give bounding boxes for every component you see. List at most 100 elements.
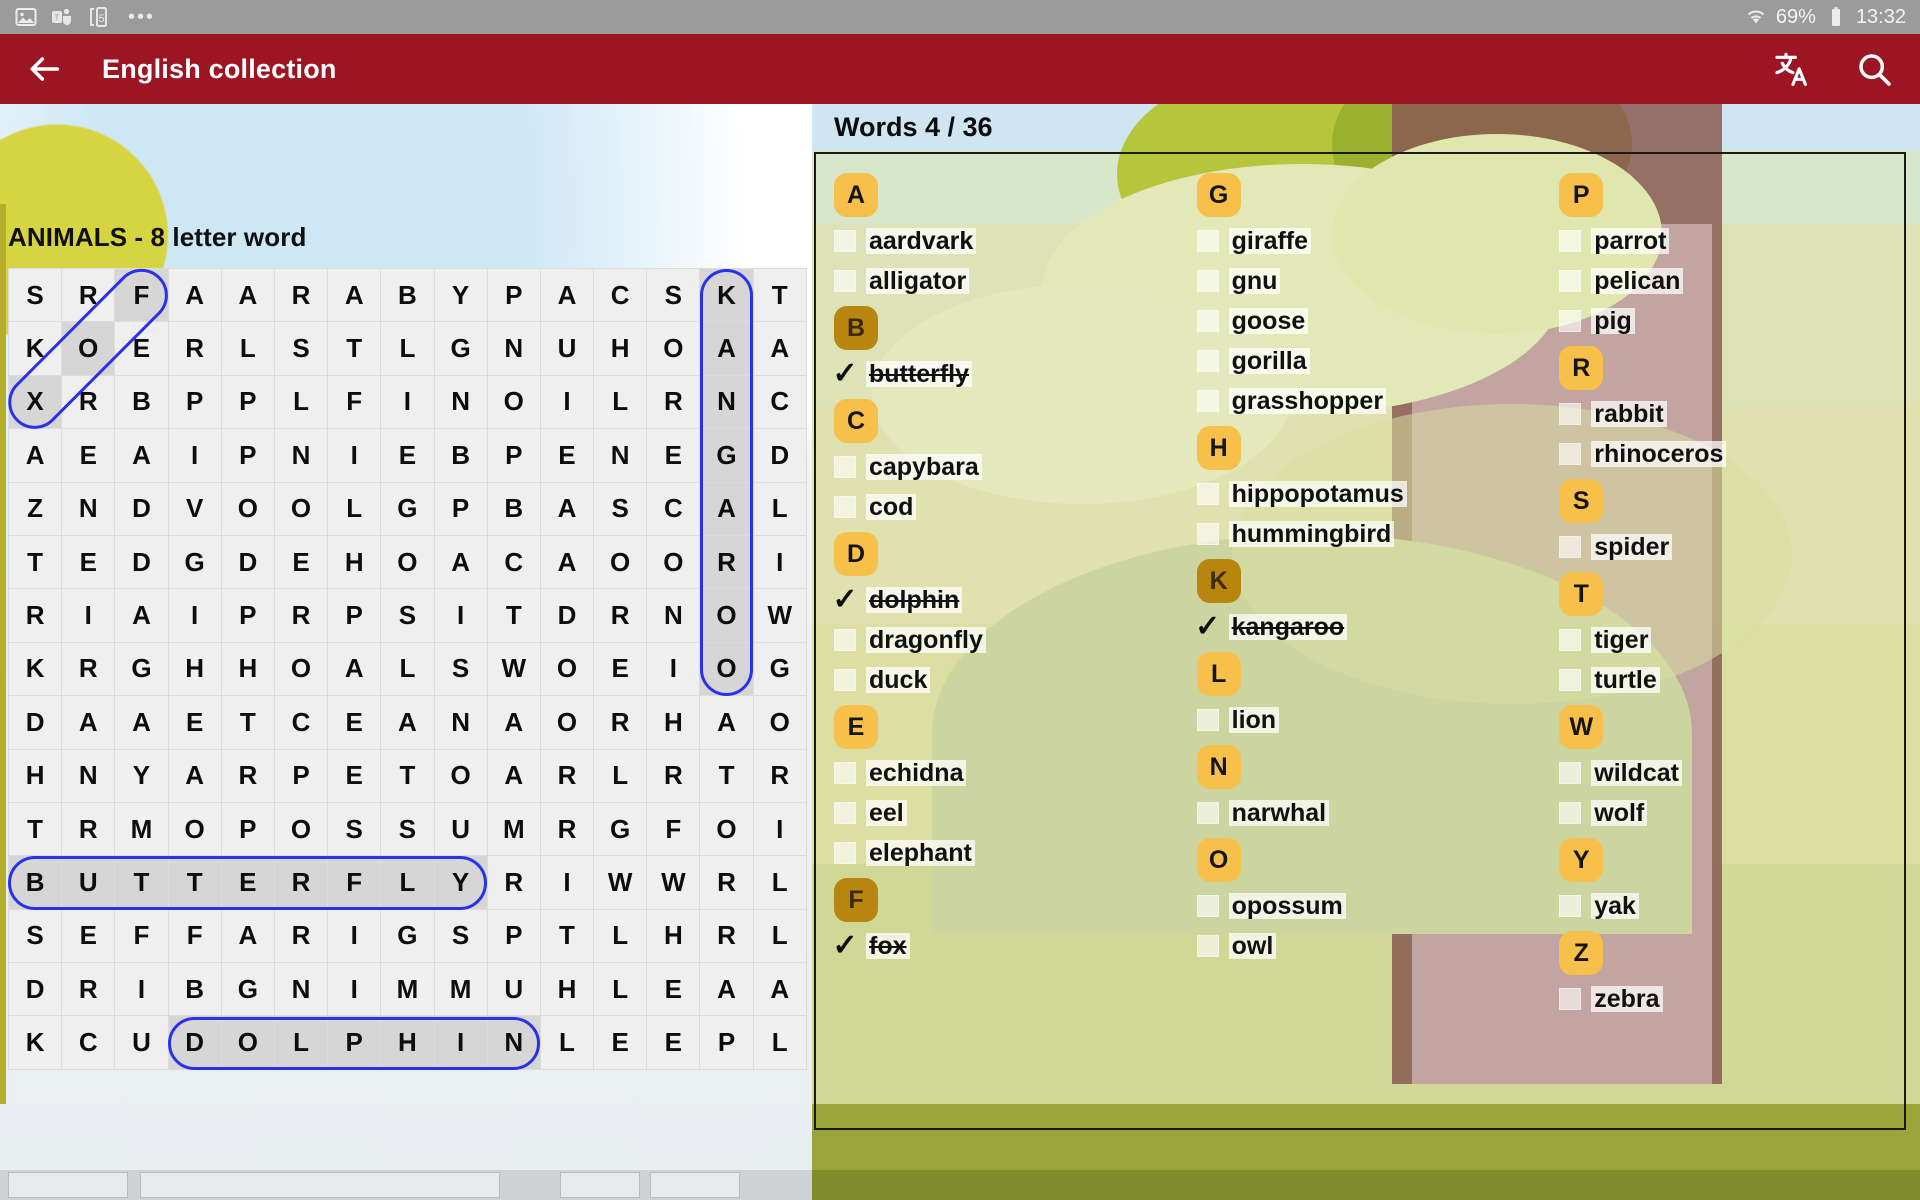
grid-cell[interactable]: R <box>539 748 595 803</box>
grid-cell[interactable]: L <box>593 748 648 803</box>
grid-cell[interactable]: P <box>273 748 329 803</box>
grid-cell[interactable]: H <box>167 641 222 697</box>
word-list-item[interactable]: rabbit <box>1559 394 1904 434</box>
grid-cell[interactable]: W <box>486 641 541 697</box>
grid-cell[interactable]: M <box>380 962 435 1017</box>
grid-cell[interactable]: G <box>380 908 435 964</box>
word-list-item[interactable]: ✓ dolphin <box>832 580 1179 620</box>
grid-cell[interactable]: U <box>61 855 116 910</box>
grid-cell[interactable]: E <box>593 1015 648 1070</box>
bottom-button-4[interactable] <box>650 1172 740 1198</box>
word-list-item[interactable]: parrot <box>1559 221 1904 261</box>
grid-cell[interactable]: E <box>61 908 116 964</box>
word-list-item[interactable]: elephant <box>834 833 1179 873</box>
grid-cell[interactable]: I <box>167 428 222 483</box>
grid-cell[interactable]: Y <box>114 748 169 803</box>
translate-icon[interactable] <box>1772 49 1812 89</box>
grid-cell[interactable]: Z <box>7 481 63 536</box>
grid-cell[interactable]: S <box>7 267 63 323</box>
grid-cell[interactable]: U <box>486 962 541 1017</box>
grid-cell[interactable]: R <box>273 908 329 964</box>
grid-cell[interactable]: R <box>699 534 754 590</box>
grid-cell[interactable]: I <box>539 374 595 430</box>
word-list-item[interactable]: pelican <box>1559 261 1904 301</box>
word-list-item[interactable]: tiger <box>1559 620 1904 660</box>
grid-cell[interactable]: I <box>327 908 382 964</box>
grid-cell[interactable]: I <box>752 534 807 590</box>
grid-cell[interactable]: R <box>539 801 595 857</box>
grid-cell[interactable]: N <box>646 588 701 643</box>
back-arrow-icon[interactable] <box>24 49 64 89</box>
grid-cell[interactable]: G <box>220 962 275 1017</box>
grid-cell[interactable]: T <box>380 748 435 803</box>
word-list-item[interactable]: ✓ kangaroo <box>1195 607 1542 647</box>
grid-cell[interactable]: T <box>486 588 541 643</box>
grid-cell[interactable]: A <box>114 695 169 750</box>
grid-cell[interactable]: C <box>486 534 541 590</box>
grid-cell[interactable]: E <box>539 428 595 483</box>
grid-cell[interactable]: R <box>220 748 275 803</box>
grid-cell[interactable]: G <box>114 641 169 697</box>
grid-cell[interactable]: X <box>7 374 63 430</box>
grid-cell[interactable]: P <box>486 267 541 323</box>
grid-cell[interactable]: L <box>380 641 435 697</box>
bottom-button-2[interactable] <box>140 1172 500 1198</box>
grid-cell[interactable]: K <box>7 1015 63 1070</box>
grid-cell[interactable]: R <box>486 855 541 910</box>
grid-cell[interactable]: W <box>752 588 807 643</box>
grid-cell[interactable]: S <box>327 801 382 857</box>
grid-cell[interactable]: D <box>114 534 169 590</box>
word-list-item[interactable]: gnu <box>1196 261 1542 301</box>
grid-cell[interactable]: E <box>61 428 116 483</box>
grid-cell[interactable]: T <box>539 908 595 964</box>
grid-cell[interactable]: L <box>273 1015 329 1070</box>
grid-cell[interactable]: R <box>752 748 807 803</box>
grid-cell[interactable]: A <box>327 641 382 697</box>
grid-cell[interactable]: P <box>433 481 488 536</box>
grid-cell[interactable]: R <box>273 267 329 323</box>
grid-cell[interactable]: R <box>273 588 329 643</box>
grid-cell[interactable]: B <box>380 267 435 323</box>
grid-cell[interactable]: A <box>7 428 63 483</box>
grid-cell[interactable]: O <box>167 801 222 857</box>
word-list-item[interactable]: opossum <box>1196 886 1542 926</box>
word-list-item[interactable]: goose <box>1196 301 1542 341</box>
grid-cell[interactable]: O <box>273 641 329 697</box>
grid-cell[interactable]: D <box>7 962 63 1017</box>
grid-cell[interactable]: R <box>167 321 222 376</box>
grid-cell[interactable]: F <box>114 908 169 964</box>
grid-cell[interactable]: P <box>220 374 275 430</box>
grid-cell[interactable]: S <box>380 588 435 643</box>
grid-cell[interactable]: E <box>646 1015 701 1070</box>
grid-cell[interactable]: R <box>61 801 116 857</box>
grid-cell[interactable]: G <box>752 641 807 697</box>
grid-cell[interactable]: N <box>273 428 329 483</box>
word-list-item[interactable]: gorilla <box>1196 341 1542 381</box>
grid-cell[interactable]: P <box>220 588 275 643</box>
grid-cell[interactable]: B <box>7 855 63 910</box>
grid-cell[interactable]: H <box>539 962 595 1017</box>
grid-cell[interactable]: T <box>699 748 754 803</box>
grid-cell[interactable]: O <box>61 321 116 376</box>
grid-cell[interactable]: L <box>752 908 807 964</box>
grid-cell[interactable]: F <box>114 267 169 323</box>
grid-cell[interactable]: D <box>220 534 275 590</box>
grid-cell[interactable]: E <box>273 534 329 590</box>
bottom-button-3[interactable] <box>560 1172 640 1198</box>
grid-cell[interactable]: H <box>7 748 63 803</box>
grid-cell[interactable]: B <box>433 428 488 483</box>
grid-cell[interactable]: O <box>539 641 595 697</box>
grid-cell[interactable]: G <box>699 428 754 483</box>
grid-cell[interactable]: L <box>752 481 807 536</box>
grid-cell[interactable]: E <box>327 695 382 750</box>
grid-cell[interactable]: E <box>593 641 648 697</box>
grid-cell[interactable]: L <box>593 374 648 430</box>
grid-cell[interactable]: A <box>114 428 169 483</box>
grid-cell[interactable]: S <box>380 801 435 857</box>
grid-cell[interactable]: R <box>593 695 648 750</box>
grid-cell[interactable]: O <box>752 695 807 750</box>
grid-cell[interactable]: D <box>114 481 169 536</box>
grid-cell[interactable]: T <box>114 855 169 910</box>
grid-cell[interactable]: I <box>167 588 222 643</box>
grid-cell[interactable]: O <box>486 374 541 430</box>
